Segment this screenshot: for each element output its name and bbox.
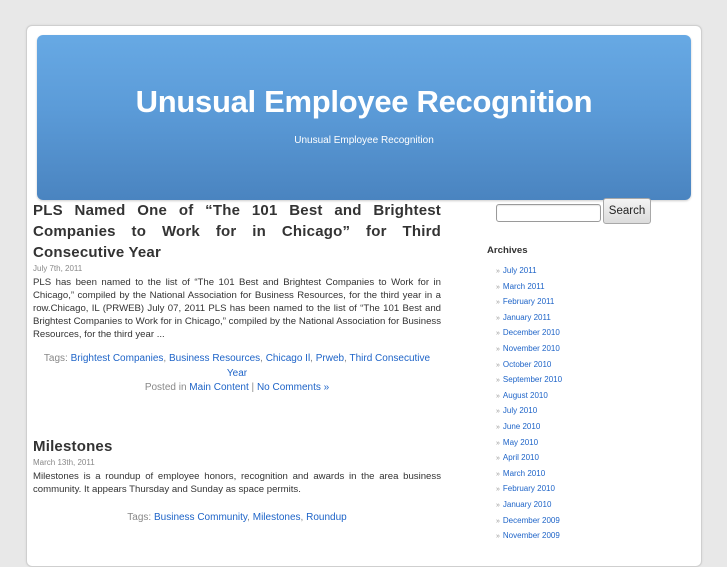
post: PLS Named One of “The 101 Best and Brigh… xyxy=(33,200,441,396)
tag-link[interactable]: Roundup xyxy=(306,512,347,523)
archive-link[interactable]: November 2010 xyxy=(503,344,560,353)
bullet-icon: » xyxy=(496,439,500,447)
meta-separator: | xyxy=(248,382,257,393)
bullet-icon: » xyxy=(496,314,500,322)
search-form: Search xyxy=(487,198,662,226)
search-input[interactable] xyxy=(496,204,601,222)
post-tags: Tags: Brightest Companies, Business Reso… xyxy=(33,352,441,381)
post: Milestones March 13th, 2011 Milestones i… xyxy=(33,436,441,526)
bullet-icon: » xyxy=(496,470,500,478)
post-date: July 7th, 2011 xyxy=(33,264,83,273)
tag-link[interactable]: Brightest Companies xyxy=(71,353,164,364)
site-header: Unusual Employee Recognition Unusual Emp… xyxy=(37,35,691,200)
archive-item: » June 2010 xyxy=(496,420,662,436)
archive-item: » February 2010 xyxy=(496,482,662,498)
archives-title: Archives xyxy=(487,245,528,256)
tag-link[interactable]: Milestones xyxy=(253,512,301,523)
archive-item: » November 2010 xyxy=(496,342,662,358)
site-description: Unusual Employee Recognition xyxy=(294,135,434,146)
post-title-link[interactable]: PLS Named One of “The 101 Best and Brigh… xyxy=(33,200,441,263)
archive-item: » January 2010 xyxy=(496,498,662,514)
bullet-icon: » xyxy=(496,268,500,275)
archives-list: » July 2011» March 2011» February 2011» Janu… xyxy=(487,264,662,545)
site-title-link[interactable]: Unusual Employee Recognition xyxy=(37,84,691,120)
bullet-icon: » xyxy=(496,299,500,307)
archive-item: » October 2010 xyxy=(496,358,662,374)
archive-item: » March 2011 xyxy=(496,280,662,296)
archive-item: » December 2010 xyxy=(496,326,662,342)
archive-link[interactable]: March 2011 xyxy=(503,282,545,291)
archive-item: » December 2009 xyxy=(496,514,662,530)
post-excerpt: Milestones is a roundup of employee hono… xyxy=(33,470,441,495)
archive-link[interactable]: April 2010 xyxy=(503,453,539,462)
bullet-icon: » xyxy=(496,517,500,525)
bullet-icon: » xyxy=(496,283,500,291)
archive-link[interactable]: June 2010 xyxy=(503,422,540,431)
archive-item: » November 2009 xyxy=(496,529,662,545)
archive-item: » September 2010 xyxy=(496,373,662,389)
post-tags: Tags: Business Community, Milestones, Ro… xyxy=(33,511,441,526)
bullet-icon: » xyxy=(496,345,500,353)
tag-link[interactable]: Business Resources xyxy=(169,353,260,364)
tags-label: Tags: xyxy=(127,511,154,523)
posted-in-label: Posted in xyxy=(144,382,190,393)
archive-item: » July 2011 xyxy=(496,264,662,280)
archive-item: » May 2010 xyxy=(496,436,662,452)
archive-item: » March 2010 xyxy=(496,467,662,483)
bullet-icon: » xyxy=(496,486,500,494)
archive-item: » July 2010 xyxy=(496,404,662,420)
archive-link[interactable]: March 2010 xyxy=(503,469,545,478)
bullet-icon: » xyxy=(496,455,500,463)
search-button[interactable]: Search xyxy=(603,198,651,224)
tag-link[interactable]: Business Community xyxy=(154,512,247,523)
archive-link[interactable]: February 2010 xyxy=(503,484,555,493)
archive-link[interactable]: October 2010 xyxy=(503,360,551,369)
archive-link[interactable]: November 2009 xyxy=(503,531,560,540)
tags-label: Tags: xyxy=(43,353,71,364)
archive-item: » April 2010 xyxy=(496,451,662,467)
archive-link[interactable]: December 2009 xyxy=(503,516,560,525)
archive-link[interactable]: February 2011 xyxy=(503,297,554,306)
tag-link[interactable]: Prweb xyxy=(316,353,344,364)
archive-item: » August 2010 xyxy=(496,389,662,405)
bullet-icon: » xyxy=(496,423,500,431)
bullet-icon: » xyxy=(496,501,500,509)
bullet-icon: » xyxy=(496,392,500,400)
bullet-icon: » xyxy=(496,361,500,369)
bullet-icon: » xyxy=(496,330,500,338)
archive-link[interactable]: September 2010 xyxy=(503,375,562,384)
archive-link[interactable]: July 2010 xyxy=(503,406,537,415)
bullet-icon: » xyxy=(496,408,500,416)
post-title-link[interactable]: Milestones xyxy=(33,436,441,457)
bullet-icon: » xyxy=(496,377,500,385)
archive-link[interactable]: August 2010 xyxy=(503,391,548,400)
comments-link[interactable]: No Comments » xyxy=(257,382,329,393)
post-excerpt: PLS has been named to the list of “The 1… xyxy=(33,277,441,340)
post-date: March 13th, 2011 xyxy=(33,457,95,467)
archive-link[interactable]: July 2011 xyxy=(503,266,537,275)
archive-link[interactable]: May 2010 xyxy=(503,438,538,447)
sidebar: Search Archives » July 2011» March 2011» Fe… xyxy=(487,198,662,545)
archive-item: » January 2011 xyxy=(496,311,662,327)
archive-link[interactable]: January 2011 xyxy=(503,313,551,322)
category-link[interactable]: Main Content xyxy=(189,382,248,393)
tag-link[interactable]: Chicago Il xyxy=(266,353,310,364)
bullet-icon: » xyxy=(496,533,500,541)
archive-link[interactable]: January 2010 xyxy=(503,500,551,509)
main-content: PLS Named One of “The 101 Best and Brigh… xyxy=(33,200,441,525)
post-meta: Posted in Main Content | No Comments » xyxy=(33,381,441,396)
archive-item: » February 2011 xyxy=(496,295,662,311)
archive-link[interactable]: December 2010 xyxy=(503,328,560,337)
